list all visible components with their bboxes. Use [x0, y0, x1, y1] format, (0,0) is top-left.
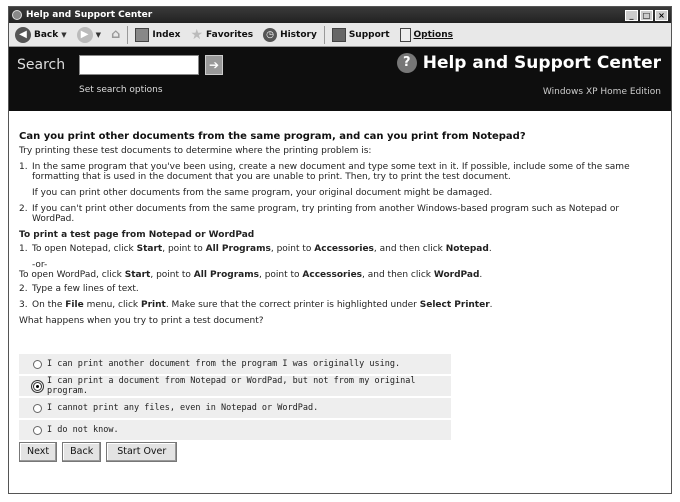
list-text: Type a few lines of text.: [32, 284, 139, 294]
support-icon: [331, 27, 346, 42]
list-number: 3.: [19, 300, 28, 310]
wordpad-text: To open WordPad, click Start, point to A…: [19, 270, 483, 280]
search-go-button[interactable]: ➔: [205, 55, 223, 75]
list-item: 1. To open Notepad, click Start, point t…: [19, 244, 663, 254]
forward-dropdown-icon[interactable]: ▼: [96, 31, 101, 39]
help-app-icon: [12, 10, 22, 20]
help-question-icon: ?: [396, 53, 417, 73]
troubleshooter-content: Can you print other documents from the s…: [9, 111, 671, 462]
index-book-icon: [135, 27, 150, 42]
list-item: 2. Type a few lines of text.: [19, 284, 663, 294]
index-label: Index: [152, 29, 181, 40]
list-item: 2. If you can't print other documents fr…: [19, 204, 663, 224]
index-button[interactable]: Index: [132, 25, 183, 45]
list-item: 3. On the File menu, click Print. Make s…: [19, 300, 663, 310]
radio-button[interactable]: [31, 379, 44, 393]
edition-label: Windows XP Home Edition: [542, 87, 661, 97]
list-number: 1.: [19, 162, 28, 172]
brand-title-text: Help and Support Center: [422, 53, 661, 73]
maximize-button[interactable]: □: [640, 9, 653, 21]
wordpad-alternative: -or- To open WordPad, click Start, point…: [19, 260, 663, 280]
options-label: Options: [413, 29, 453, 40]
window-title: Help and Support Center: [26, 10, 153, 20]
home-button[interactable]: ⌂: [108, 25, 123, 45]
test-page-heading: To print a test page from Notepad or Wor…: [19, 230, 255, 240]
answer-label: I can print another document from the pr…: [47, 359, 401, 369]
radio-button[interactable]: [33, 359, 42, 369]
toolbar-separator: [323, 25, 325, 44]
or-separator: -or-: [32, 260, 48, 270]
history-label: History: [280, 29, 317, 40]
list-text: In the same program that you've been usi…: [32, 162, 630, 182]
history-clock-icon: ◷: [263, 27, 278, 42]
list-text: On the File menu, click Print. Make sure…: [32, 300, 493, 310]
support-button[interactable]: Support: [329, 25, 393, 45]
minimize-button[interactable]: _: [625, 9, 638, 21]
window-controls: _ □ ×: [625, 9, 668, 21]
close-button[interactable]: ×: [655, 9, 668, 21]
wizard-buttons: Next Back Start Over: [19, 442, 663, 462]
list-text: To open Notepad, click Start, point to A…: [32, 244, 492, 254]
list-text: If you can't print other documents from …: [32, 204, 620, 224]
radio-button[interactable]: [33, 425, 42, 435]
back-arrow-icon: ◀: [15, 26, 31, 43]
favorites-label: Favorites: [206, 29, 254, 40]
forward-button[interactable]: ▶ ▼: [74, 25, 104, 45]
back-label: Back: [34, 29, 59, 40]
list-number: 1.: [19, 244, 28, 254]
radio-button[interactable]: [33, 403, 42, 413]
favorites-star-icon: ★: [190, 26, 204, 43]
step-note: If you can print other documents from th…: [32, 188, 493, 198]
next-button[interactable]: Next: [19, 442, 58, 462]
answer-option[interactable]: I cannot print any files, even in Notepa…: [19, 398, 451, 418]
navigation-toolbar: ◀ Back ▼ ▶ ▼ ⌂ Index ★ Favorites ◷ Histo…: [9, 23, 671, 47]
back-button[interactable]: Back: [62, 442, 102, 462]
brand-title: ? Help and Support Center: [396, 53, 661, 73]
back-dropdown-icon[interactable]: ▼: [61, 31, 66, 39]
options-button[interactable]: Options: [397, 25, 456, 45]
back-button[interactable]: ◀ Back ▼: [12, 25, 70, 45]
start-over-button[interactable]: Start Over: [106, 442, 178, 462]
forward-arrow-icon: ▶: [76, 26, 93, 43]
title-bar: Help and Support Center _ □ ×: [9, 7, 671, 23]
search-input[interactable]: [79, 55, 199, 75]
history-button[interactable]: ◷ History: [260, 25, 320, 45]
help-window: Help and Support Center _ □ × ◀ Back ▼ ▶…: [8, 6, 672, 494]
list-number: 2.: [19, 284, 28, 294]
question-prompt: What happens when you try to print a tes…: [19, 316, 264, 326]
list-item: 1. In the same program that you've been …: [19, 162, 663, 182]
question-heading: Can you print other documents from the s…: [19, 131, 526, 142]
list-number: 2.: [19, 204, 28, 214]
answer-options: I can print another document from the pr…: [19, 354, 451, 440]
set-search-options-link[interactable]: Set search options: [79, 85, 163, 95]
favorites-button[interactable]: ★ Favorites: [187, 25, 256, 45]
options-page-icon: [399, 27, 411, 42]
search-label: Search: [17, 57, 66, 73]
answer-option[interactable]: I do not know.: [19, 420, 451, 440]
answer-label: I do not know.: [47, 425, 119, 435]
answer-option[interactable]: I can print a document from Notepad or W…: [19, 376, 451, 396]
home-icon: ⌂: [111, 27, 121, 42]
intro-text: Try printing these test documents to det…: [19, 146, 372, 156]
search-bar: Search ➔ Set search options ? Help and S…: [9, 47, 671, 111]
answer-label: I can print a document from Notepad or W…: [47, 376, 416, 396]
answer-label: I cannot print any files, even in Notepa…: [47, 403, 319, 413]
answer-option[interactable]: I can print another document from the pr…: [19, 354, 451, 374]
toolbar-separator: [127, 25, 129, 44]
support-label: Support: [348, 29, 390, 40]
